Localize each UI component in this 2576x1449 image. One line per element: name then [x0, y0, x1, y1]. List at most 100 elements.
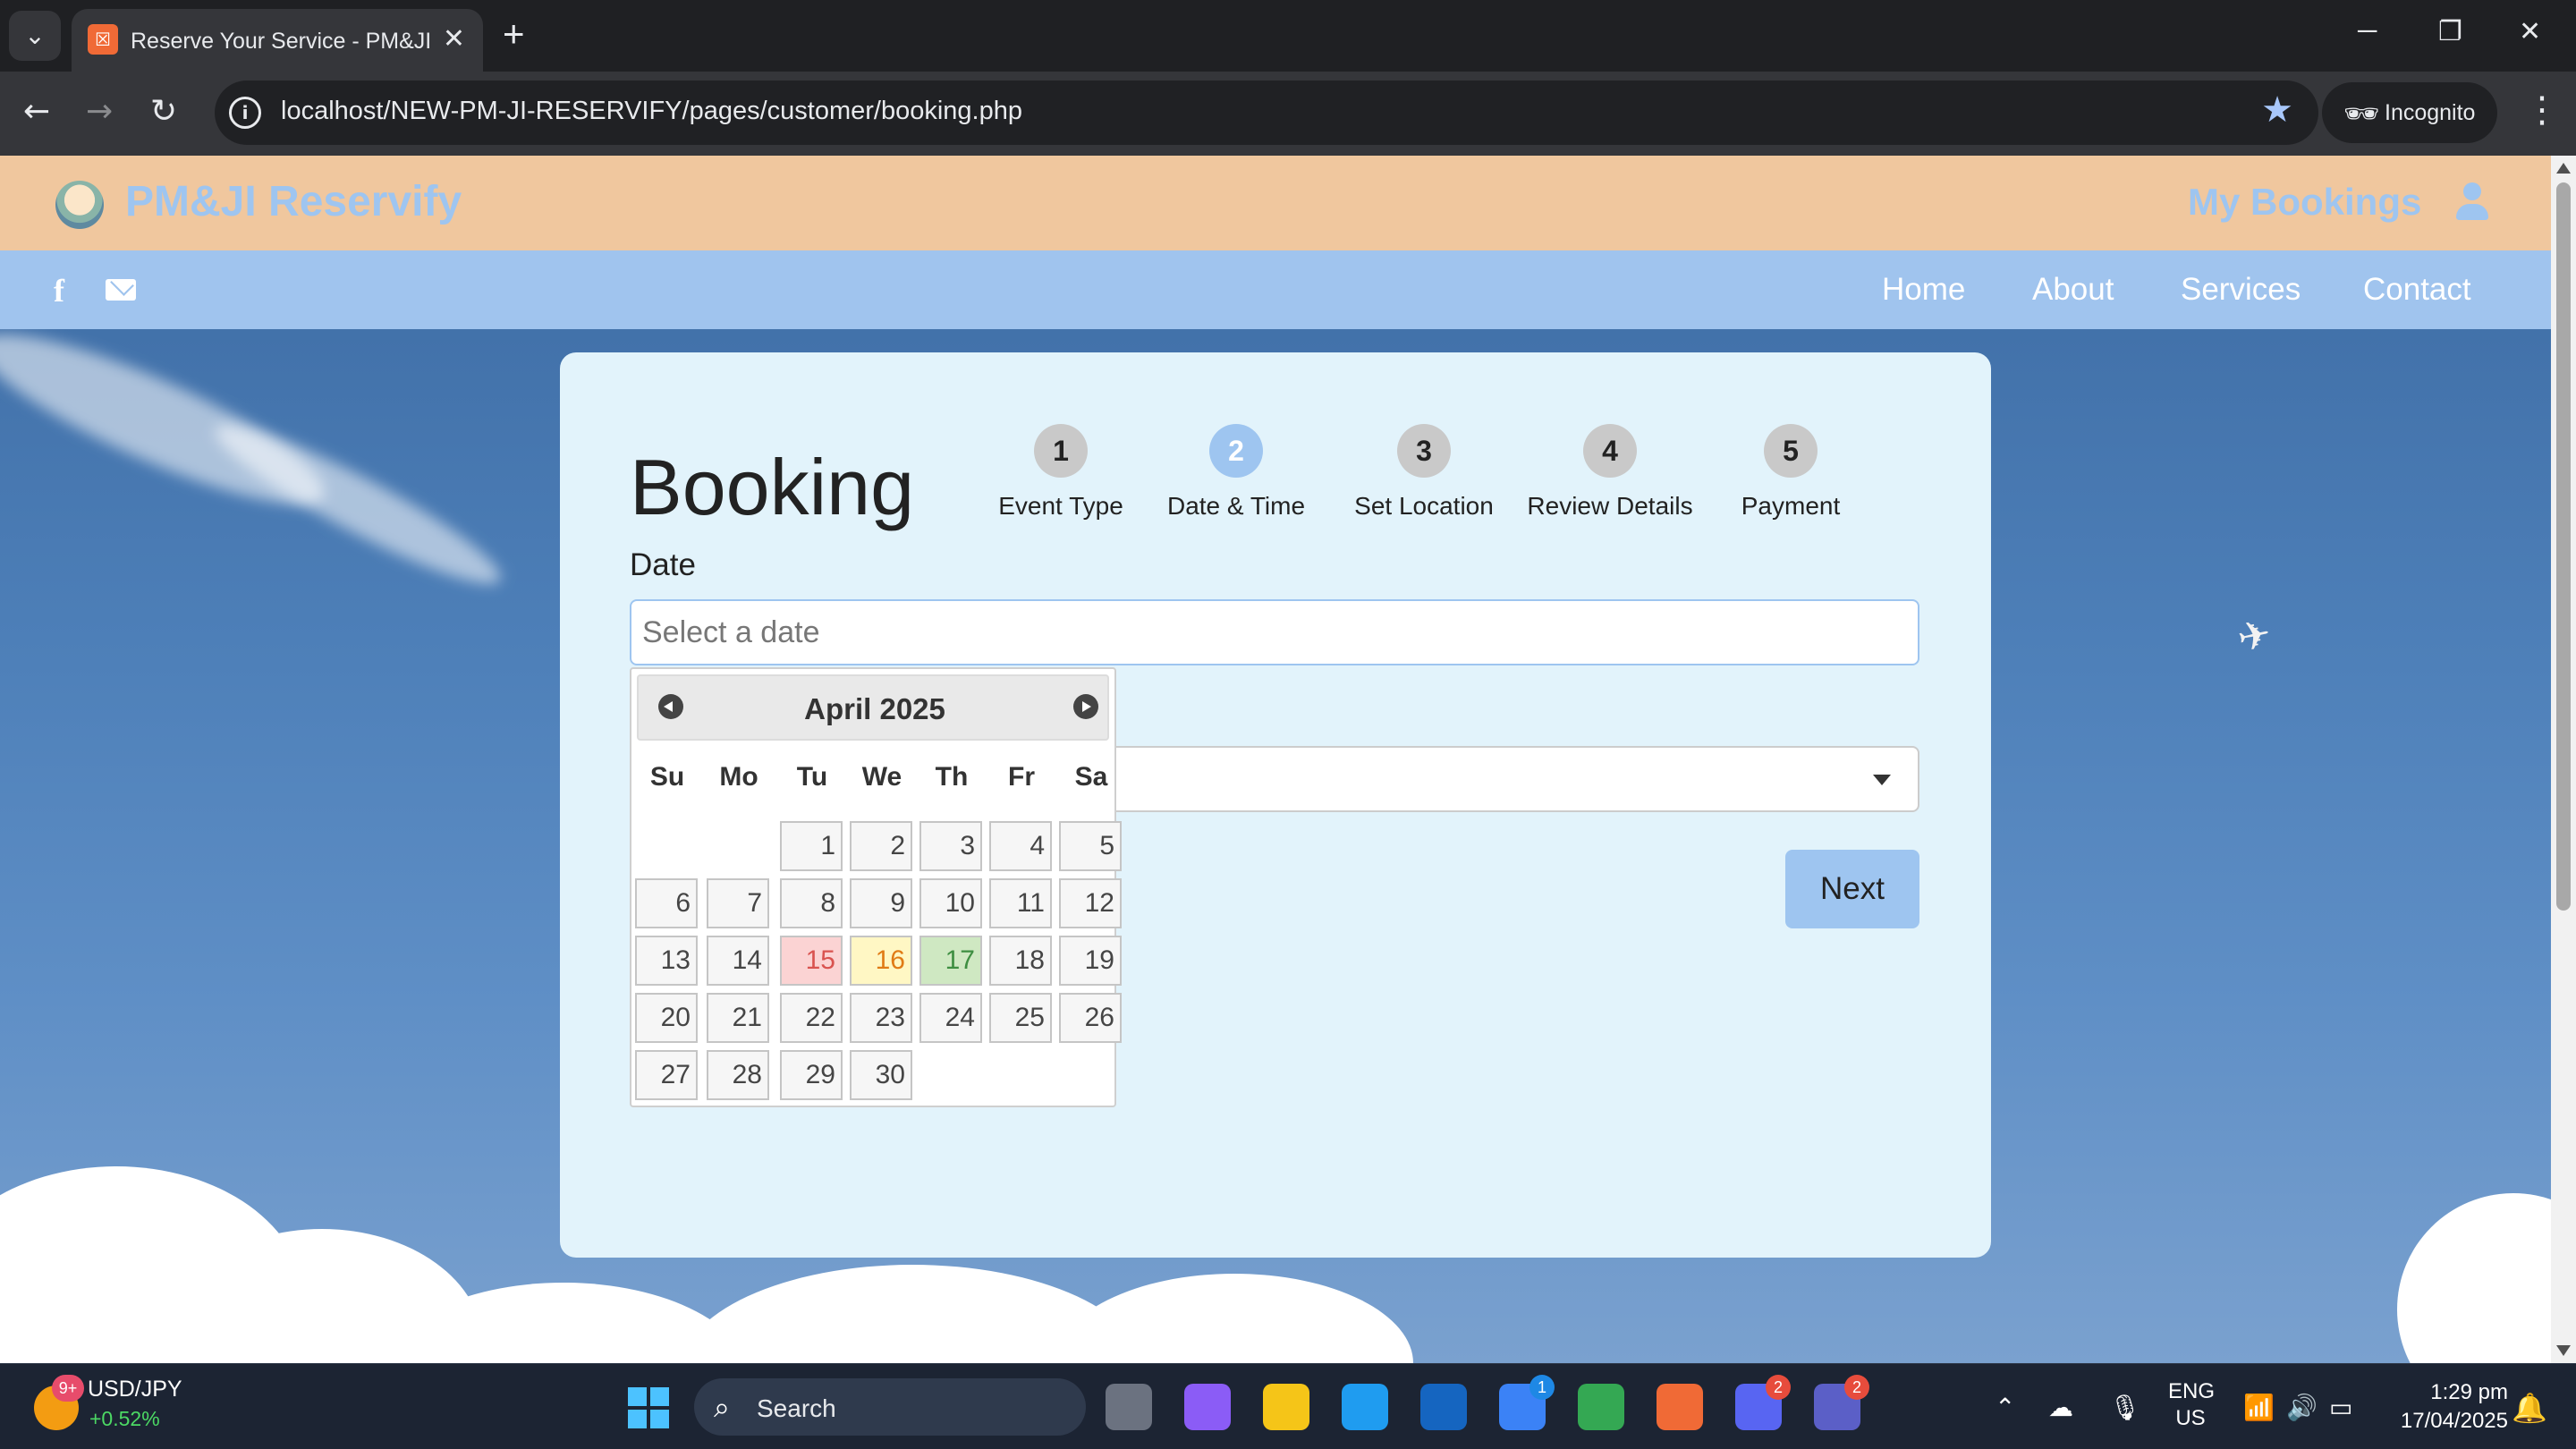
forward-icon[interactable]: →	[86, 93, 113, 130]
nav-link-services[interactable]: Services	[2181, 272, 2301, 308]
file-explorer-icon[interactable]	[1263, 1384, 1309, 1430]
step-number: 3	[1397, 424, 1451, 478]
clock-date: 17/04/2025	[2400, 1409, 2508, 1433]
step-event-type: 1 Event Type	[989, 424, 1132, 521]
incognito-badge[interactable]: 🕶 Incognito	[2322, 82, 2497, 143]
calendar-day[interactable]: 6	[635, 878, 698, 928]
calendar-day[interactable]: 8	[780, 878, 843, 928]
calendar-day[interactable]: 18	[989, 936, 1052, 986]
close-window-icon[interactable]: ✕	[2519, 16, 2541, 47]
bookmark-star-icon[interactable]: ★	[2261, 89, 2293, 131]
scroll-down-icon[interactable]	[2556, 1345, 2571, 1356]
calendar-day[interactable]: 15	[780, 936, 843, 986]
taskbar-search[interactable]: ⌕ Search	[694, 1378, 1086, 1436]
task-view-icon[interactable]	[1106, 1384, 1152, 1430]
calendar-day[interactable]: 13	[635, 936, 698, 986]
scroll-up-icon[interactable]	[2556, 163, 2571, 174]
calendar-day[interactable]: 2	[850, 821, 912, 871]
step-number: 5	[1764, 424, 1818, 478]
favicon-icon: ☒	[88, 24, 118, 55]
calendar-day[interactable]: 5	[1059, 821, 1122, 871]
calendar-day[interactable]: 20	[635, 993, 698, 1043]
clock[interactable]: 1:29 pm 17/04/2025	[2374, 1378, 2508, 1436]
calendar-day[interactable]: 4	[989, 821, 1052, 871]
incognito-icon: 🕶	[2343, 97, 2380, 131]
next-button[interactable]: Next	[1785, 850, 1919, 928]
url-text[interactable]: localhost/NEW-PM-JI-RESERVIFY/pages/cust…	[281, 97, 1022, 126]
step-number: 4	[1583, 424, 1637, 478]
edge-icon[interactable]	[1342, 1384, 1388, 1430]
notification-bell-icon[interactable]: 🔔	[2512, 1391, 2547, 1425]
weekday-header: Su	[649, 762, 685, 792]
calendar-day[interactable]: 26	[1059, 993, 1122, 1043]
calendar-day[interactable]: 10	[919, 878, 982, 928]
page-scrollbar[interactable]	[2551, 156, 2576, 1363]
nav-link-contact[interactable]: Contact	[2363, 272, 2471, 308]
scrollbar-thumb[interactable]	[2556, 182, 2571, 911]
calendar-day[interactable]: 3	[919, 821, 982, 871]
calendar-day[interactable]: 17	[919, 936, 982, 986]
calendar-day[interactable]: 14	[707, 936, 769, 986]
my-bookings-link[interactable]: My Bookings	[2188, 181, 2421, 224]
reload-icon[interactable]: ↻	[150, 93, 177, 130]
battery-icon[interactable]: ▭	[2329, 1393, 2352, 1422]
outlook-icon[interactable]	[1420, 1384, 1467, 1430]
nav-link-about[interactable]: About	[2032, 272, 2114, 308]
weekday-header: Fr	[1008, 762, 1035, 792]
sky-cloud	[2397, 1193, 2551, 1363]
nav-link-home[interactable]: Home	[1882, 272, 1965, 308]
calendar-day[interactable]: 24	[919, 993, 982, 1043]
menu-icon[interactable]: ⋮	[2524, 89, 2560, 131]
language-indicator[interactable]: ENG US	[2168, 1378, 2215, 1432]
tab-search-icon[interactable]: ⌄	[9, 11, 61, 61]
restore-icon[interactable]: ❐	[2438, 16, 2462, 47]
new-tab-icon[interactable]: +	[503, 13, 525, 55]
calendar-day[interactable]: 23	[850, 993, 912, 1043]
minimize-icon[interactable]: ─	[2358, 16, 2377, 47]
calendar-day[interactable]: 19	[1059, 936, 1122, 986]
page-viewport: ✈ PM&JI Reservify My Bookings f Home Abo…	[0, 156, 2551, 1363]
chrome-icon[interactable]	[1578, 1384, 1624, 1430]
next-month-icon[interactable]	[1073, 694, 1098, 719]
datepicker: April 2025 Su Mo Tu We Th Fr Sa 1 2 3 4 5 6 7 8 9 10 11 12…	[630, 667, 1122, 1107]
calendar-day[interactable]: 25	[989, 993, 1052, 1043]
calendar-day[interactable]: 16	[850, 936, 912, 986]
back-icon[interactable]: ←	[23, 93, 50, 130]
calendar-day[interactable]: 30	[850, 1050, 912, 1100]
address-bar[interactable]: i localhost/NEW-PM-JI-RESERVIFY/pages/cu…	[215, 80, 2318, 145]
user-icon-body	[2456, 204, 2488, 220]
close-tab-icon[interactable]: ✕	[443, 23, 465, 55]
ticker-change: +0.52%	[89, 1407, 160, 1430]
facebook-icon[interactable]: f	[54, 272, 64, 309]
ticker-name[interactable]: USD/JPY	[88, 1377, 182, 1402]
volume-icon[interactable]: 🔊	[2286, 1393, 2318, 1422]
info-icon[interactable]: i	[229, 97, 261, 129]
date-input[interactable]: Select a date	[630, 599, 1919, 665]
calendar-day[interactable]: 22	[780, 993, 843, 1043]
brand-name[interactable]: PM&JI Reservify	[125, 177, 462, 226]
calendar-day[interactable]: 27	[635, 1050, 698, 1100]
user-icon[interactable]	[2453, 182, 2492, 222]
copilot-icon[interactable]	[1184, 1384, 1231, 1430]
calendar-day[interactable]: 28	[707, 1050, 769, 1100]
browser-tab[interactable]: ☒ Reserve Your Service - PM&JI Reservify…	[72, 9, 483, 72]
microphone-icon[interactable]: 🎙	[2109, 1393, 2141, 1422]
windows-start-icon[interactable]	[628, 1387, 669, 1428]
calendar-day[interactable]: 12	[1059, 878, 1122, 928]
calendar-day[interactable]: 1	[780, 821, 843, 871]
show-hidden-icons-icon[interactable]: ⌃	[1995, 1393, 2015, 1422]
logo-icon[interactable]	[55, 181, 104, 229]
xampp-icon[interactable]	[1657, 1384, 1703, 1430]
windows-taskbar: 9+ USD/JPY +0.52% ⌕ Search 1 2 2 ⌃ ☁ 🎙 ENG…	[0, 1363, 2576, 1449]
calendar-day[interactable]: 7	[707, 878, 769, 928]
widget-badge: 9+	[52, 1375, 84, 1402]
calendar-day[interactable]: 21	[707, 993, 769, 1043]
calendar-day[interactable]: 29	[780, 1050, 843, 1100]
airplane-icon: ✈	[2233, 610, 2275, 663]
wifi-icon[interactable]: 📶	[2243, 1393, 2275, 1422]
calendar-day[interactable]: 11	[989, 878, 1052, 928]
onedrive-icon[interactable]: ☁	[2048, 1393, 2073, 1422]
mail-icon[interactable]	[106, 279, 136, 301]
calendar-day[interactable]: 9	[850, 878, 912, 928]
weekday-header: Sa	[1074, 762, 1108, 792]
